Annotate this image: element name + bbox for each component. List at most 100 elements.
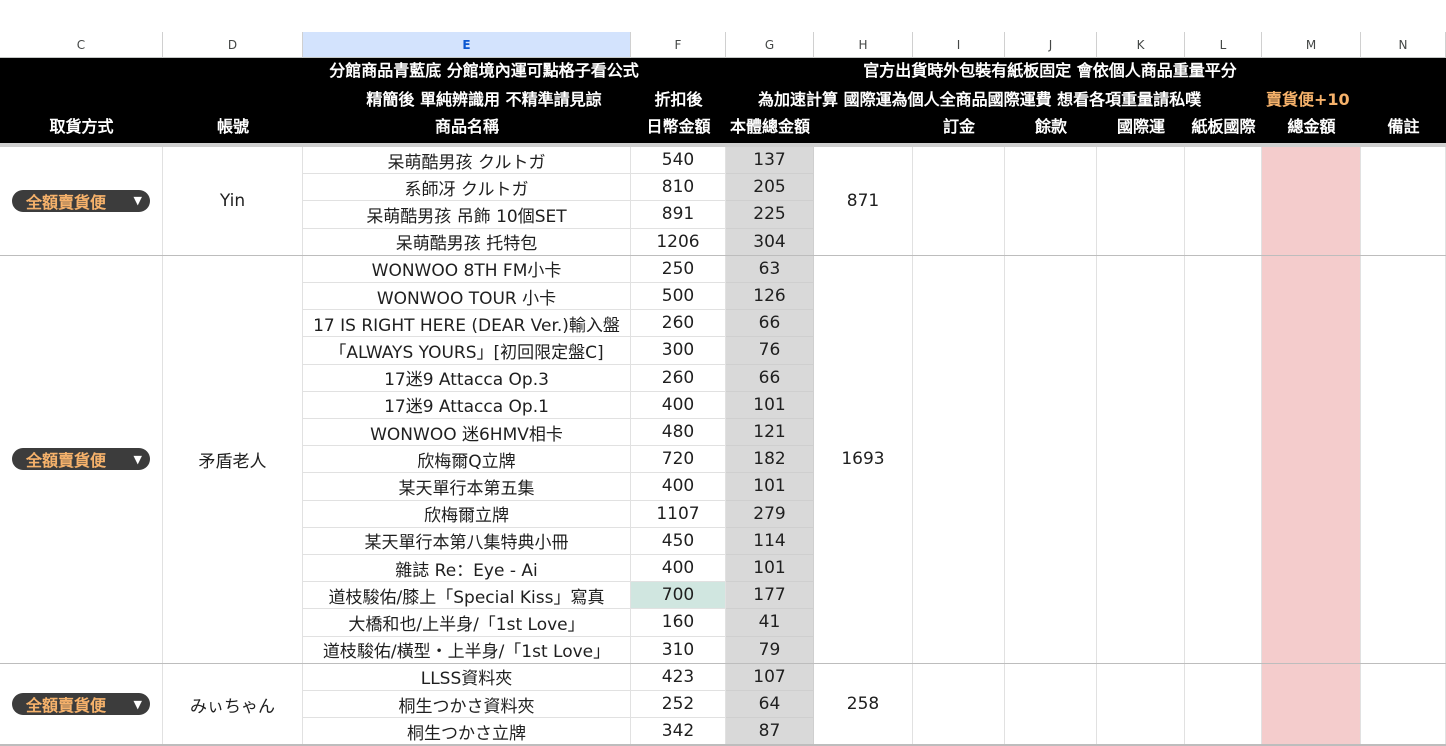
- item-price-cell[interactable]: 177: [726, 582, 814, 610]
- item-price-cell[interactable]: 225: [726, 201, 814, 229]
- item-price-cell[interactable]: 126: [726, 283, 814, 311]
- item-name-cell[interactable]: 呆萌酷男孩 托特包: [303, 228, 631, 256]
- item-price-cell[interactable]: 41: [726, 609, 814, 637]
- yen-amount-cell[interactable]: 300: [631, 337, 726, 365]
- yen-amount-cell[interactable]: 160: [631, 609, 726, 637]
- item-price-cell[interactable]: 101: [726, 555, 814, 583]
- notes-cell[interactable]: [1361, 147, 1446, 256]
- yen-amount-cell[interactable]: 891: [631, 201, 726, 229]
- yen-amount-cell[interactable]: 260: [631, 310, 726, 338]
- notes-cell[interactable]: [1361, 663, 1446, 746]
- grand-total-cell[interactable]: [1262, 147, 1361, 256]
- yen-amount-cell[interactable]: 260: [631, 364, 726, 392]
- yen-amount-cell[interactable]: 400: [631, 473, 726, 501]
- deposit-cell[interactable]: [913, 255, 1005, 664]
- item-price-cell[interactable]: 182: [726, 446, 814, 474]
- shipping-method-dropdown[interactable]: 全額賣貨便 ▼: [12, 189, 150, 212]
- item-name-cell[interactable]: 某天單行本第五集: [303, 473, 631, 501]
- column-header-i[interactable]: I: [913, 32, 1005, 58]
- item-price-cell[interactable]: 107: [726, 663, 814, 691]
- item-price-cell[interactable]: 66: [726, 364, 814, 392]
- column-header-f[interactable]: F: [631, 32, 726, 58]
- column-header-g[interactable]: G: [726, 32, 814, 58]
- yen-amount-cell[interactable]: 252: [631, 691, 726, 719]
- column-header-e[interactable]: E: [303, 32, 631, 58]
- notes-cell[interactable]: [1361, 255, 1446, 664]
- yen-amount-cell[interactable]: 700: [631, 582, 726, 610]
- balance-cell[interactable]: [1005, 663, 1097, 746]
- yen-amount-cell[interactable]: 540: [631, 147, 726, 175]
- yen-amount-cell[interactable]: 500: [631, 283, 726, 311]
- item-name-cell[interactable]: 欣梅爾Q立牌: [303, 446, 631, 474]
- column-header-d[interactable]: D: [163, 32, 303, 58]
- item-price-cell[interactable]: 64: [726, 691, 814, 719]
- item-name-cell[interactable]: WONWOO 8TH FM小卡: [303, 255, 631, 283]
- shipping-method-dropdown[interactable]: 全額賣貨便 ▼: [12, 448, 150, 471]
- item-name-cell[interactable]: WONWOO TOUR 小卡: [303, 283, 631, 311]
- item-name-cell[interactable]: 17迷9 Attacca Op.3: [303, 364, 631, 392]
- body-total-cell[interactable]: 871: [814, 147, 913, 256]
- item-price-cell[interactable]: 205: [726, 174, 814, 202]
- item-name-cell[interactable]: WONWOO 迷6HMV相卡: [303, 419, 631, 447]
- yen-amount-cell[interactable]: 342: [631, 718, 726, 746]
- item-name-cell[interactable]: 某天單行本第八集特典小冊: [303, 527, 631, 555]
- item-name-cell[interactable]: 桐生つかさ立牌: [303, 718, 631, 746]
- item-name-cell[interactable]: 17 IS RIGHT HERE (DEAR Ver.)輸入盤: [303, 310, 631, 338]
- yen-amount-cell[interactable]: 450: [631, 527, 726, 555]
- balance-cell[interactable]: [1005, 255, 1097, 664]
- account-cell[interactable]: Yin: [163, 147, 303, 256]
- body-total-cell[interactable]: 1693: [814, 255, 913, 664]
- item-price-cell[interactable]: 101: [726, 391, 814, 419]
- item-name-cell[interactable]: 呆萌酷男孩 吊飾 10個SET: [303, 201, 631, 229]
- item-name-cell[interactable]: 道枝駿佑/膝上「Special Kiss」寫真: [303, 582, 631, 610]
- body-total-cell[interactable]: 258: [814, 663, 913, 746]
- item-name-cell[interactable]: LLSS資料夾: [303, 663, 631, 691]
- item-name-cell[interactable]: 呆萌酷男孩 クルトガ: [303, 147, 631, 175]
- intl-shipping-cell[interactable]: [1097, 147, 1185, 256]
- item-name-cell[interactable]: 雜誌 Re：Eye - Ai: [303, 555, 631, 583]
- item-price-cell[interactable]: 79: [726, 636, 814, 664]
- item-price-cell[interactable]: 279: [726, 500, 814, 528]
- column-header-k[interactable]: K: [1097, 32, 1185, 58]
- account-cell[interactable]: 矛盾老人: [163, 255, 303, 664]
- item-price-cell[interactable]: 76: [726, 337, 814, 365]
- item-name-cell[interactable]: 欣梅爾立牌: [303, 500, 631, 528]
- item-name-cell[interactable]: 17迷9 Attacca Op.1: [303, 391, 631, 419]
- cardboard-intl-cell[interactable]: [1185, 147, 1262, 256]
- intl-shipping-cell[interactable]: [1097, 255, 1185, 664]
- item-price-cell[interactable]: 101: [726, 473, 814, 501]
- account-cell[interactable]: みぃちゃん: [163, 663, 303, 746]
- item-name-cell[interactable]: 大橋和也/上半身/「1st Love」: [303, 609, 631, 637]
- item-price-cell[interactable]: 304: [726, 228, 814, 256]
- cardboard-intl-cell[interactable]: [1185, 663, 1262, 746]
- yen-amount-cell[interactable]: 1107: [631, 500, 726, 528]
- item-name-cell[interactable]: 桐生つかさ資料夾: [303, 691, 631, 719]
- yen-amount-cell[interactable]: 810: [631, 174, 726, 202]
- yen-amount-cell[interactable]: 480: [631, 419, 726, 447]
- yen-amount-cell[interactable]: 400: [631, 555, 726, 583]
- yen-amount-cell[interactable]: 1206: [631, 228, 726, 256]
- yen-amount-cell[interactable]: 720: [631, 446, 726, 474]
- item-price-cell[interactable]: 114: [726, 527, 814, 555]
- column-header-n[interactable]: N: [1361, 32, 1446, 58]
- yen-amount-cell[interactable]: 310: [631, 636, 726, 664]
- grand-total-cell[interactable]: [1262, 255, 1361, 664]
- column-header-j[interactable]: J: [1005, 32, 1097, 58]
- deposit-cell[interactable]: [913, 663, 1005, 746]
- deposit-cell[interactable]: [913, 147, 1005, 256]
- item-price-cell[interactable]: 121: [726, 419, 814, 447]
- column-header-l[interactable]: L: [1185, 32, 1262, 58]
- yen-amount-cell[interactable]: 250: [631, 255, 726, 283]
- chevron-down-icon[interactable]: ▼: [134, 698, 142, 711]
- item-name-cell[interactable]: 「ALWAYS YOURS」[初回限定盤C]: [303, 337, 631, 365]
- grand-total-cell[interactable]: [1262, 663, 1361, 746]
- shipping-method-dropdown[interactable]: 全額賣貨便 ▼: [12, 693, 150, 716]
- chevron-down-icon[interactable]: ▼: [134, 453, 142, 466]
- yen-amount-cell[interactable]: 400: [631, 391, 726, 419]
- item-price-cell[interactable]: 63: [726, 255, 814, 283]
- item-name-cell[interactable]: 系師冴 クルトガ: [303, 174, 631, 202]
- balance-cell[interactable]: [1005, 147, 1097, 256]
- yen-amount-cell[interactable]: 423: [631, 663, 726, 691]
- item-price-cell[interactable]: 87: [726, 718, 814, 746]
- column-header-c[interactable]: C: [0, 32, 163, 58]
